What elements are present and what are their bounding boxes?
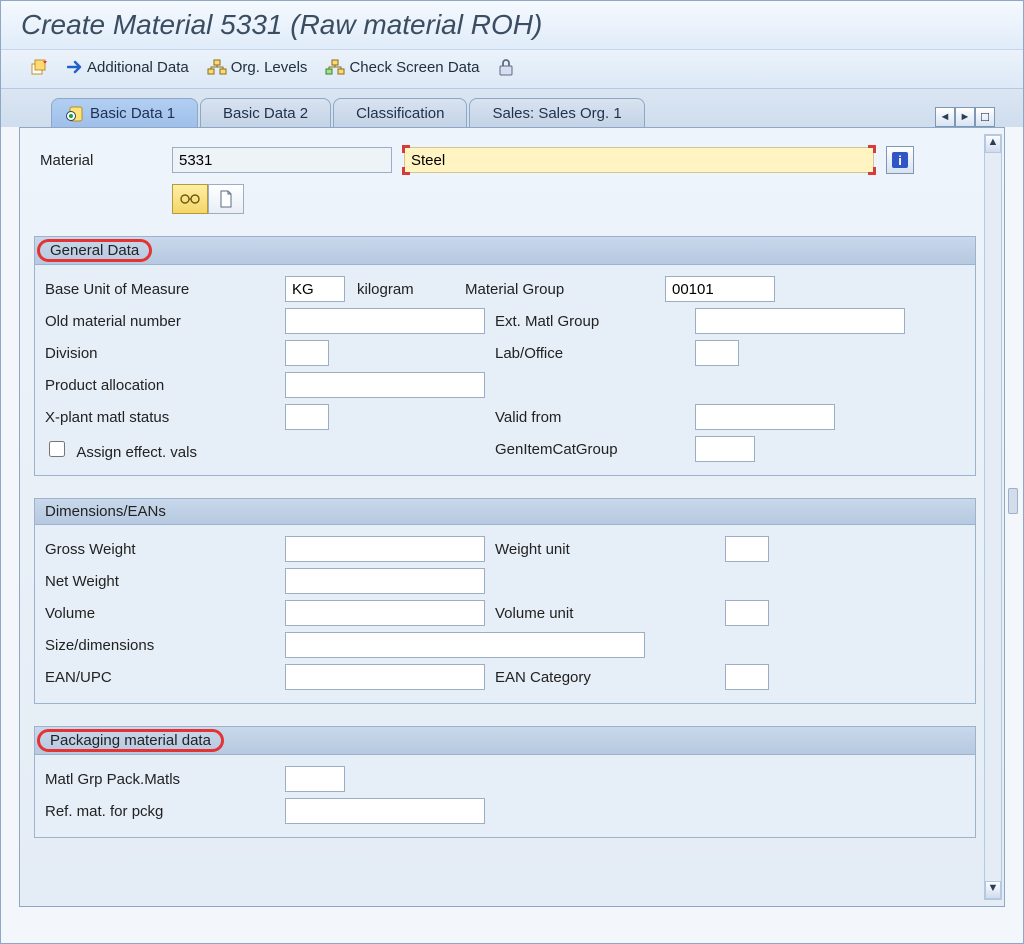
lock-button[interactable] [498,58,514,76]
ref-mat-pckg-label: Ref. mat. for pckg [45,803,285,820]
material-group-label: Material Group [465,281,665,298]
glasses-icon [179,193,201,205]
glasses-button[interactable] [172,184,208,214]
dims-heading: Dimensions/EANs [45,503,166,520]
size-input[interactable] [285,632,645,658]
assign-eff-label: Assign effect. vals [76,444,197,461]
material-id-field [172,147,392,173]
lab-office-input[interactable] [695,340,739,366]
ext-matl-group-label: Ext. Matl Group [495,313,695,330]
tab-classification[interactable]: Classification [333,98,467,128]
select-views-icon [31,58,49,76]
tab-label: Classification [356,105,444,122]
base-uom-label: Base Unit of Measure [45,281,285,298]
valid-from-label: Valid from [495,409,695,426]
info-button[interactable]: i [886,146,914,174]
org-levels-label: Org. Levels [231,59,308,76]
scroll-down-icon[interactable]: ▼ [985,881,1001,899]
hierarchy-icon [207,59,227,75]
assign-eff-checkbox[interactable] [49,441,65,457]
tabs-pager: ◄ ► ☐ [935,107,1003,127]
ext-matl-group-input[interactable] [695,308,905,334]
tabstrip: Basic Data 1 Basic Data 2 Classification… [1,89,1023,127]
volume-label: Volume [45,605,285,622]
tab-label: Basic Data 1 [90,105,175,122]
ean-cat-input[interactable] [725,664,769,690]
volume-unit-input[interactable] [725,600,769,626]
matl-grp-pack-input[interactable] [285,766,345,792]
group-header-general: General Data [35,237,975,265]
volume-unit-label: Volume unit [495,605,725,622]
volume-input[interactable] [285,600,485,626]
group-header-packaging: Packaging material data [35,727,975,755]
group-packaging: Packaging material data Matl Grp Pack.Ma… [34,726,976,838]
weight-unit-input[interactable] [725,536,769,562]
create-views-button[interactable] [31,58,49,76]
info-icon: i [891,151,909,169]
size-label: Size/dimensions [45,637,285,654]
matl-grp-pack-label: Matl Grp Pack.Matls [45,771,285,788]
material-description-input[interactable] [404,147,874,173]
xplant-input[interactable] [285,404,329,430]
xplant-label: X-plant matl status [45,409,285,426]
lock-icon [498,58,514,76]
base-uom-text: kilogram [345,281,465,298]
packaging-heading: Packaging material data [37,729,224,752]
division-input[interactable] [285,340,329,366]
prod-alloc-input[interactable] [285,372,485,398]
material-label: Material [40,152,160,169]
ean-cat-label: EAN Category [495,669,725,686]
tab-label: Sales: Sales Org. 1 [492,105,621,122]
gross-weight-label: Gross Weight [45,541,285,558]
document-icon [218,190,234,208]
group-general-data: General Data Base Unit of Measure kilogr… [34,236,976,476]
org-levels-button[interactable]: Org. Levels [207,59,308,76]
gross-weight-input[interactable] [285,536,485,562]
scrollbar[interactable]: ▲ ▼ [984,134,1002,900]
tab-basic-data-2[interactable]: Basic Data 2 [200,98,331,128]
titlebar: Create Material 5331 (Raw material ROH) [1,1,1023,50]
tab-prev-button[interactable]: ◄ [935,107,955,127]
ref-mat-pckg-input[interactable] [285,798,485,824]
tab-basic-data-1[interactable]: Basic Data 1 [51,98,198,128]
old-matnr-label: Old material number [45,313,285,330]
page-title: Create Material 5331 (Raw material ROH) [21,9,1003,41]
tab-next-button[interactable]: ► [955,107,975,127]
weight-unit-label: Weight unit [495,541,725,558]
check-screen-button[interactable]: Check Screen Data [325,59,479,76]
arrow-right-icon [67,60,83,74]
tab-sales-org-1[interactable]: Sales: Sales Org. 1 [469,98,644,128]
scroll-up-icon[interactable]: ▲ [985,135,1001,153]
content-area: ▲ ▼ Material i [19,127,1005,907]
net-weight-label: Net Weight [45,573,285,590]
old-matnr-input[interactable] [285,308,485,334]
prod-alloc-label: Product allocation [45,377,285,394]
check-hierarchy-icon [325,59,345,75]
division-label: Division [45,345,285,362]
ean-label: EAN/UPC [45,669,285,686]
material-header-row: Material i [34,142,976,180]
additional-data-button[interactable]: Additional Data [67,59,189,76]
check-screen-label: Check Screen Data [349,59,479,76]
tab-list-button[interactable]: ☐ [975,107,995,127]
gen-item-input[interactable] [695,436,755,462]
ean-input[interactable] [285,664,485,690]
group-header-dims: Dimensions/EANs [35,499,975,525]
app-toolbar: Additional Data Org. Levels Check Screen… [1,50,1023,89]
svg-text:i: i [898,153,902,168]
assign-eff-cell: Assign effect. vals [45,438,285,461]
material-group-input[interactable] [665,276,775,302]
new-text-button[interactable] [208,184,244,214]
net-weight-input[interactable] [285,568,485,594]
sap-window: Create Material 5331 (Raw material ROH) … [0,0,1024,944]
lab-office-label: Lab/Office [495,345,695,362]
additional-data-label: Additional Data [87,59,189,76]
valid-from-input[interactable] [695,404,835,430]
group-dimensions-eans: Dimensions/EANs Gross Weight Weight unit… [34,498,976,704]
base-uom-input[interactable] [285,276,345,302]
tab-label: Basic Data 2 [223,105,308,122]
tab-active-icon [66,106,84,122]
general-data-heading: General Data [37,239,152,262]
gen-item-label: GenItemCatGroup [495,441,695,458]
